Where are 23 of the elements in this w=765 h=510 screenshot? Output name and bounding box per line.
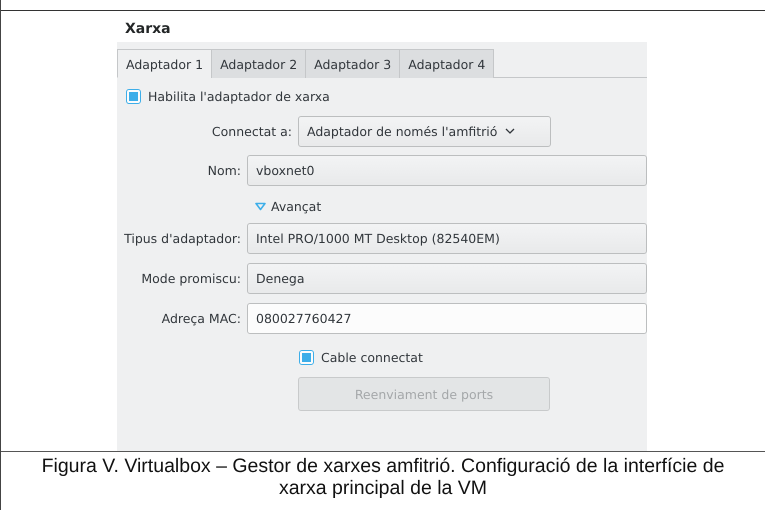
dropdown[interactable]: Intel PRO/1000 MT Desktop (82540EM) (247, 223, 647, 254)
field-label: Mode promiscu: (140, 271, 241, 286)
tab[interactable]: Adaptador 2 (211, 49, 306, 78)
field-label: Adreça MAC: (160, 311, 241, 326)
chevron-icon (505, 128, 516, 135)
field-label: Tipus d'adaptador: (123, 231, 241, 246)
checkbox[interactable] (126, 88, 141, 104)
tab[interactable]: Adaptador 4 (399, 49, 494, 78)
section-title: Xarxa (124, 20, 172, 39)
field-label: Connectat a: (210, 124, 292, 139)
dropdown[interactable]: vboxnet0 (247, 155, 647, 186)
triangle-icon[interactable] (255, 202, 266, 210)
tab[interactable]: Adaptador 3 (305, 49, 400, 78)
checkbox[interactable] (299, 350, 314, 364)
checkbox-label: Cable connectat (321, 350, 423, 364)
checkbox-label: Habilita l'adaptador de xarxa (148, 88, 330, 104)
field-label: Nom: (206, 163, 241, 178)
input-field[interactable]: 080027760427 (247, 303, 647, 334)
dropdown[interactable]: Adaptador de només l'amfitrió (298, 116, 551, 147)
toggle-label: Avançat (271, 198, 322, 214)
tab[interactable]: Adaptador 1 (117, 49, 212, 78)
figure-caption: Figura V. Virtualbox – Gestor de xarxes amfitrió. Configuració de la interfície de xarxa principal de la VM (40, 454, 726, 499)
dropdown[interactable]: Denega (247, 263, 647, 294)
